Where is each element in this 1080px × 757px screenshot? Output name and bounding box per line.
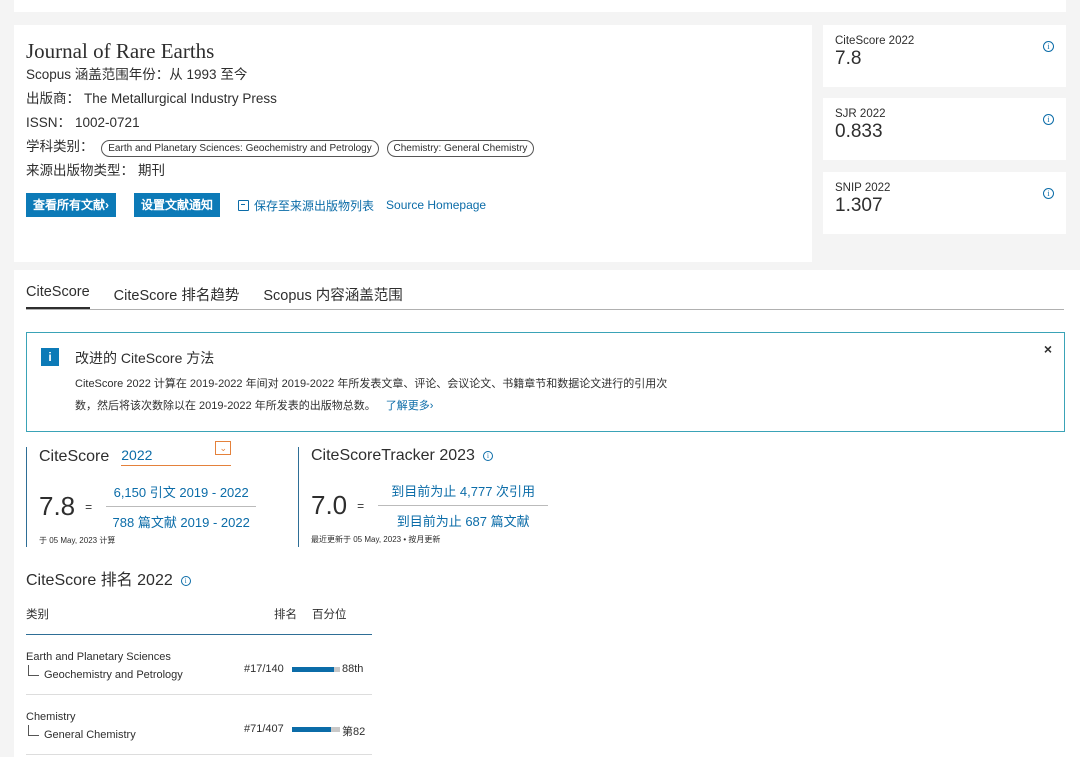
publisher-value: The Metallurgical Industry Press [84,91,277,106]
subject-chip[interactable]: Earth and Planetary Sciences: Geochemist… [101,140,379,157]
metric-citescore: CiteScore 2022 7.8 i [823,25,1066,87]
coverage-value: 从 1993 至今 [169,67,248,82]
percentile-bar [292,667,340,672]
issn-line: ISSN： 1002-0721 [26,115,140,130]
action-bar: 查看所有文献› 设置文献通知 保存至来源出版物列表 Source Homepag… [26,193,800,217]
source-type-line: 来源出版物类型： 期刊 [26,163,165,178]
notice-title: 改进的 CiteScore 方法 [75,350,215,366]
table-row: Chemistry General Chemistry #71/407 第82 [26,695,372,755]
source-homepage-link[interactable]: Source Homepage [386,198,486,212]
ranking-title: CiteScore 排名 2022 i [26,566,191,590]
tracker-formula: 7.0 = 到目前为止 4,777 次引用 到目前为止 687 篇文献 [311,481,558,530]
learn-more-link[interactable]: 了解更多› [386,400,434,412]
tracker-citations-link[interactable]: 到目前为止 4,777 次引用 [391,481,535,500]
update-date: 最近更新于 05 May, 2023 • 按月更新 [311,535,441,544]
info-icon[interactable]: i [180,575,191,586]
category-name: Chemistry [26,711,76,723]
citescore-formula: 7.8 = 6,150 引文 2019 - 2022 788 篇文献 2019 … [39,482,286,531]
issn-value: 1002-0721 [75,115,140,130]
subcategory-link[interactable]: Geochemistry and Petrology [26,665,183,681]
info-icon[interactable]: i [1043,114,1054,125]
view-all-documents-button[interactable]: 查看所有文献› [26,193,116,217]
metric-snip: SNIP 2022 1.307 i [823,172,1066,234]
info-icon: i [41,348,59,366]
journal-info-card: Journal of Rare Earths Scopus 涵盖范围年份：从 1… [14,25,812,262]
info-icon[interactable]: i [1043,41,1054,52]
tracker-value: 7.0 [311,490,348,520]
subcategory-link[interactable]: General Chemistry [26,725,136,741]
tab-ranking-trend[interactable]: CiteScore 排名趋势 [114,284,240,309]
subject-chip[interactable]: Chemistry: General Chemistry [386,140,535,157]
save-to-list-link[interactable]: 保存至来源出版物列表 [238,197,374,214]
top-strip [14,0,1066,12]
tab-citescore[interactable]: CiteScore [26,284,90,309]
year-select[interactable]: 2022 ⌄ [121,441,232,466]
citescore-label: CiteScore [39,447,110,465]
tracker-block: CiteScoreTracker 2023 i 7.0 = 到目前为止 4,77… [298,447,558,547]
citescore-block: CiteScore 2022 ⌄ 7.8 = 6,150 引文 2019 - 20… [26,441,286,547]
tab-coverage[interactable]: Scopus 内容涵盖范围 [263,284,402,309]
chevron-down-icon[interactable]: ⌄ [215,441,232,455]
percentile-bar [292,727,340,732]
source-type-value: 期刊 [138,163,165,178]
subject-line: 学科类别： Earth and Planetary Sciences: Geoc… [26,135,800,159]
metric-sjr: SJR 2022 0.833 i [823,98,1066,160]
journal-title: Journal of Rare Earths [26,39,215,63]
tab-bar: CiteScore CiteScore 排名趋势 Scopus 内容涵盖范围 [26,284,1064,310]
table-row: Earth and Planetary Sciences Geochemistr… [26,635,372,695]
ranking-header: 类别 排名 百分位 [26,606,372,635]
citations-link[interactable]: 6,150 引文 2019 - 2022 [114,482,249,501]
percentile-label: 88th [342,663,364,675]
set-alert-button[interactable]: 设置文献通知 [134,193,221,217]
publisher-line: 出版商： The Metallurgical Industry Press [26,91,277,106]
rank-value: #17/140 [244,663,284,675]
ranking-table: 类别 排名 百分位 Earth and Planetary Sciences G… [26,606,372,755]
percentile-label: 第82 [342,726,366,738]
coverage-line: Scopus 涵盖范围年份：从 1993 至今 [26,67,248,82]
notice-box: i 改进的 CiteScore 方法 CiteScore 2022 计算在 20… [26,332,1065,432]
info-icon[interactable]: i [1043,188,1054,199]
main-panel: CiteScore CiteScore 排名趋势 Scopus 内容涵盖范围 i… [14,270,1080,757]
info-icon[interactable]: i [482,451,493,461]
notice-body: CiteScore 2022 计算在 2019-2022 年间对 2019-20… [75,378,668,412]
calc-date: 于 05 May, 2023 计算 [39,536,116,545]
save-icon [238,199,250,211]
documents-link[interactable]: 788 篇文献 2019 - 2022 [113,512,250,531]
tracker-label: CiteScoreTracker 2023 [311,447,475,464]
close-icon[interactable]: × [1044,341,1052,357]
tracker-documents-link[interactable]: 到目前为止 687 篇文献 [397,511,530,530]
rank-value: #71/407 [244,723,284,735]
category-name: Earth and Planetary Sciences [26,651,171,663]
citescore-value: 7.8 [39,491,76,521]
